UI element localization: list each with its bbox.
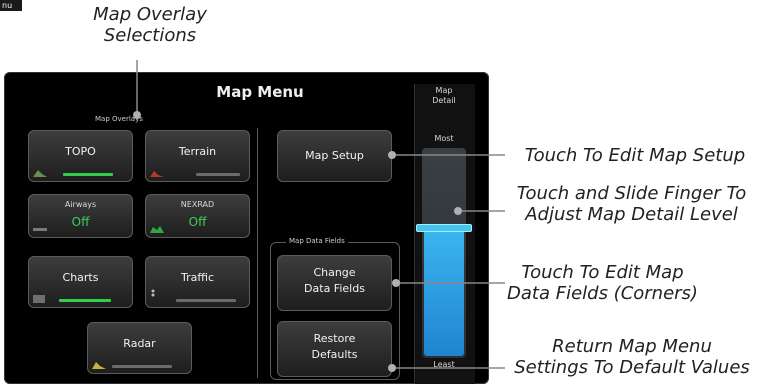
topo-button[interactable]: TOPO xyxy=(28,130,133,182)
topo-terrain-icon xyxy=(33,170,47,177)
traffic-icon xyxy=(151,289,155,297)
charts-status-bar xyxy=(59,299,111,302)
topo-label: TOPO xyxy=(65,145,96,158)
radar-icon xyxy=(92,362,106,369)
radar-button[interactable]: Radar xyxy=(87,322,192,374)
topo-status-bar xyxy=(63,173,113,176)
corner-tag: nu xyxy=(0,0,22,11)
callout-edit-map-setup: Touch To Edit Map Setup xyxy=(524,145,746,166)
traffic-button[interactable]: Traffic xyxy=(145,256,250,308)
overlay-divider xyxy=(257,128,258,378)
airways-button[interactable]: Airways Off xyxy=(28,194,133,238)
map-detail-header: Map Detail xyxy=(414,86,474,106)
terrain-icon xyxy=(150,171,164,177)
terrain-status-bar xyxy=(196,173,240,176)
map-detail-header-line2: Detail xyxy=(432,96,456,105)
nexrad-icon xyxy=(150,226,164,233)
airways-label: Airways xyxy=(64,200,97,209)
callout-return-line2: Settings To Default Values xyxy=(514,357,750,378)
map-detail-header-line1: Map xyxy=(435,86,453,95)
terrain-label: Terrain xyxy=(178,145,217,158)
callout-return-line1: Return Map Menu xyxy=(552,336,712,357)
restore-defaults-button[interactable]: Restore Defaults xyxy=(277,321,392,377)
terrain-button[interactable]: Terrain xyxy=(145,130,250,182)
map-data-fields-header: Map Data Fields xyxy=(286,237,348,245)
change-data-fields-button[interactable]: Change Data Fields xyxy=(277,255,392,311)
change-data-fields-line1: Change xyxy=(313,266,356,279)
restore-defaults-line1: Restore xyxy=(313,332,356,345)
charts-label: Charts xyxy=(62,271,99,284)
radar-status-bar xyxy=(112,365,172,368)
callout-return-defaults: Return Map Menu Settings To Default Valu… xyxy=(506,336,758,378)
map-setup-label: Map Setup xyxy=(305,149,364,162)
restore-defaults-line2: Defaults xyxy=(311,348,358,361)
callout-data-fields-line2: Data Fields (Corners) xyxy=(507,283,698,304)
nexrad-button[interactable]: NEXRAD Off xyxy=(145,194,250,238)
map-detail-least: Least xyxy=(433,360,455,369)
callout-slide-detail: Touch and Slide Finger To Adjust Map Det… xyxy=(505,183,758,225)
callout-overlay-line2: Selections xyxy=(103,25,197,46)
callout-overlay-selections: Map Overlay Selections xyxy=(60,4,240,46)
map-detail-slider-fill xyxy=(424,227,464,356)
callout-overlay-line1: Map Overlay xyxy=(93,4,207,25)
callout-slide-line2: Adjust Map Detail Level xyxy=(525,204,738,225)
traffic-status-bar xyxy=(176,299,236,302)
map-detail-most: Most xyxy=(434,134,454,143)
change-data-fields-line2: Data Fields xyxy=(304,282,365,295)
callout-edit-data-fields: Touch To Edit Map Data Fields (Corners) xyxy=(500,262,705,304)
traffic-label: Traffic xyxy=(180,271,215,284)
charts-icon xyxy=(33,295,45,303)
callout-data-fields-line1: Touch To Edit Map xyxy=(521,262,684,283)
radar-label: Radar xyxy=(123,337,156,350)
map-overlays-header: Map Overlays xyxy=(95,115,143,123)
map-menu-title: Map Menu xyxy=(216,83,304,101)
callout-slide-line1: Touch and Slide Finger To xyxy=(516,183,747,204)
map-setup-button[interactable]: Map Setup xyxy=(277,130,392,182)
airways-icon xyxy=(33,228,47,231)
charts-button[interactable]: Charts xyxy=(28,256,133,308)
nexrad-label: NEXRAD xyxy=(180,200,215,209)
map-detail-slider-thumb[interactable] xyxy=(416,223,472,232)
